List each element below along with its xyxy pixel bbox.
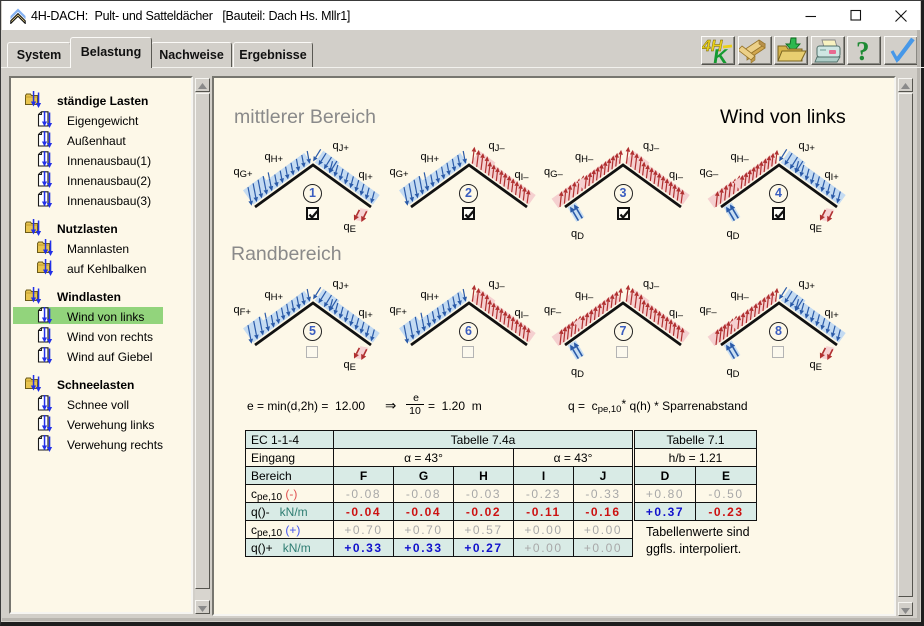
svg-text:?: ? [856, 37, 870, 64]
svg-text:4H: 4H [702, 38, 723, 55]
